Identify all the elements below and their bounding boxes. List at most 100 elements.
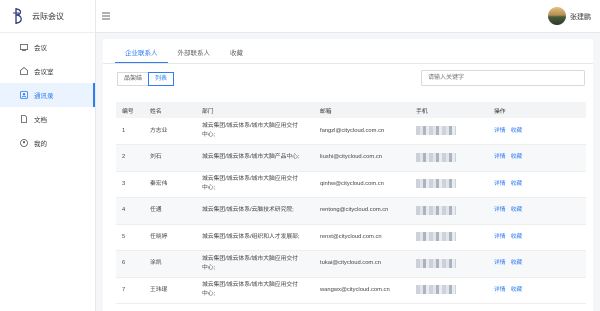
department-text: 城云集团/城云体系/城市大脑产品中心;: [202, 154, 300, 161]
cell-email: rentong@citycloud.com.cn: [320, 207, 389, 214]
cell-name: 方志业: [150, 127, 168, 134]
department-text: 城云集团/城云体系/城市大脑应用交付中心;: [202, 176, 298, 192]
cell-number: 5: [122, 233, 126, 240]
table-row: 7 王玮琨 城云集团/城云体系/城市大脑应用交付中心; wangwx@cityclou…: [116, 277, 586, 304]
table-row: 4 任通 城云集团/城云体系/云脑技术研究院; rentong@citycloud.c…: [116, 197, 586, 225]
phone-redacted: [416, 258, 456, 268]
sidebar-item-label: 通讯录: [34, 93, 54, 100]
favorite-link[interactable]: 收藏: [511, 181, 523, 187]
cell-number: 2: [122, 154, 126, 161]
department-text: 城云集团/城云体系/城市大脑应用交付中心;: [202, 282, 298, 298]
detail-link[interactable]: 详情: [494, 154, 506, 160]
top-bar: 张建鹏: [96, 0, 600, 33]
detail-link[interactable]: 详情: [494, 287, 506, 293]
cell-name: 涂凯: [150, 260, 162, 267]
sidebar-item-room[interactable]: 会议室: [0, 59, 95, 83]
favorite-link[interactable]: 收藏: [511, 260, 523, 266]
meeting-icon: [20, 43, 28, 51]
cell-actions: 详情 收藏: [488, 277, 586, 304]
detail-link[interactable]: 详情: [494, 260, 506, 266]
detail-link[interactable]: 详情: [494, 207, 506, 213]
column-header-actions: 操作: [494, 108, 506, 115]
column-header-number: 编号: [122, 108, 134, 115]
cell-name: 任晓婷: [150, 233, 168, 240]
cell-name: 王玮琨: [150, 286, 168, 293]
cell-name: 任通: [150, 207, 162, 214]
org-view-button[interactable]: 品架结: [117, 72, 150, 86]
sidebar-item-contacts[interactable]: 通讯录: [0, 83, 95, 107]
sidebar-item-label: 会议: [34, 45, 47, 52]
table-row: 2 刘石 城云集团/城云体系/城市大脑产品中心; liushi@citycloud.c…: [116, 144, 586, 172]
contacts-table: 编号 姓名 部门 邮箱 手机 操作 1 方志业 城云集团/城云体系/城市大脑应用交付…: [116, 102, 586, 304]
cell-department: 城云集团/城云体系/云脑技术研究院;: [196, 198, 314, 225]
table-row: 5 任晓婷 城云集团/城云体系/组织和人才发展部; renxt@citycloud.c…: [116, 224, 586, 251]
cell-phone: [410, 118, 488, 145]
cell-email: wangwx@citycloud.com.cn: [320, 286, 390, 293]
phone-redacted: [416, 285, 456, 295]
avatar[interactable]: [548, 7, 566, 25]
column-header-phone: 手机: [416, 108, 428, 115]
cell-email: qinhw@citycloud.com.cn: [320, 180, 384, 187]
favorite-link[interactable]: 收藏: [511, 154, 523, 160]
hamburger-menu-icon[interactable]: [102, 12, 110, 20]
table-row: 6 涂凯 城云集团/城云体系/城市大脑应用交付中心; tukai@citycloud.…: [116, 250, 586, 278]
cell-name: 刘石: [150, 154, 162, 161]
cell-department: 城云集团/城云体系/城市大脑应用交付中心;: [196, 251, 314, 278]
cell-phone: [410, 251, 488, 278]
tab-external-contacts[interactable]: 外部联系人: [168, 41, 221, 63]
cell-number: 4: [122, 207, 126, 214]
tab-favorites[interactable]: 收藏: [220, 41, 253, 63]
detail-link[interactable]: 详情: [494, 128, 506, 134]
department-text: 城云集团/城云体系/云脑技术研究院;: [202, 207, 294, 214]
cell-email: tukai@citycloud.com.cn: [320, 260, 381, 267]
cell-actions: 详情 收藏: [488, 224, 586, 251]
phone-redacted: [416, 232, 456, 242]
department-text: 城云集团/城云体系/组织和人才发展部;: [202, 233, 300, 240]
cell-actions: 详情 收藏: [488, 171, 586, 198]
contact-tabs: 企业联系人 外部联系人 收藏: [115, 41, 253, 63]
cell-phone: [410, 198, 488, 225]
cell-name: 秦宏伟: [150, 180, 168, 187]
cell-actions: 详情 收藏: [488, 198, 586, 225]
column-header-name: 姓名: [150, 108, 162, 115]
cell-email: fangzl@citycloud.com.cn: [320, 127, 385, 134]
cell-phone: [410, 224, 488, 251]
username[interactable]: 张建鹏: [570, 12, 591, 22]
column-header-email: 邮箱: [320, 108, 332, 115]
favorite-link[interactable]: 收藏: [511, 234, 523, 240]
department-text: 城云集团/城云体系/城市大脑应用交付中心;: [202, 123, 298, 138]
detail-link[interactable]: 详情: [494, 234, 506, 240]
favorite-link[interactable]: 收藏: [511, 128, 523, 134]
list-view-button[interactable]: 列表: [148, 72, 175, 86]
sidebar-item-mine[interactable]: 我的: [0, 131, 95, 155]
table-header-row: 编号 姓名 部门 邮箱 手机 操作: [116, 102, 586, 118]
cell-department: 城云集团/城云体系/城市大脑应用交付中心;: [196, 277, 314, 304]
cell-phone: [410, 145, 488, 172]
cell-department: 城云集团/城云体系/组织和人才发展部;: [196, 224, 314, 251]
cell-number: 1: [122, 127, 126, 134]
tab-enterprise-contacts[interactable]: 企业联系人: [115, 41, 168, 63]
detail-link[interactable]: 详情: [494, 181, 506, 187]
cell-department: 城云集团/城云体系/城市大脑应用交付中心;: [196, 118, 314, 145]
sidebar-item-label: 会议室: [34, 69, 54, 76]
app-title: 云际会议: [32, 11, 64, 21]
cell-email: renxt@citycloud.com.cn: [320, 233, 382, 240]
sidebar: 云际会议 会议 会议室 通讯录 文档 我的: [0, 0, 96, 311]
contacts-icon: [20, 91, 28, 99]
sidebar-item-document[interactable]: 文档: [0, 107, 95, 131]
cell-department: 城云集团/城云体系/城市大脑应用交付中心;: [196, 171, 314, 198]
sidebar-item-label: 文档: [34, 117, 47, 124]
column-header-department: 部门: [202, 108, 214, 115]
favorite-link[interactable]: 收藏: [511, 207, 523, 213]
tabs-divider: [103, 63, 593, 64]
sidebar-item-meeting[interactable]: 会议: [0, 35, 95, 59]
cell-number: 3: [122, 180, 126, 187]
room-icon: [20, 67, 28, 75]
app-logo: 云际会议: [0, 0, 95, 33]
view-toggle: 品架结 列表: [117, 72, 175, 86]
favorite-link[interactable]: 收藏: [511, 287, 523, 293]
document-icon: [20, 115, 28, 123]
user-icon: [20, 139, 28, 147]
search-input[interactable]: [421, 70, 585, 86]
cell-number: 6: [122, 260, 126, 267]
